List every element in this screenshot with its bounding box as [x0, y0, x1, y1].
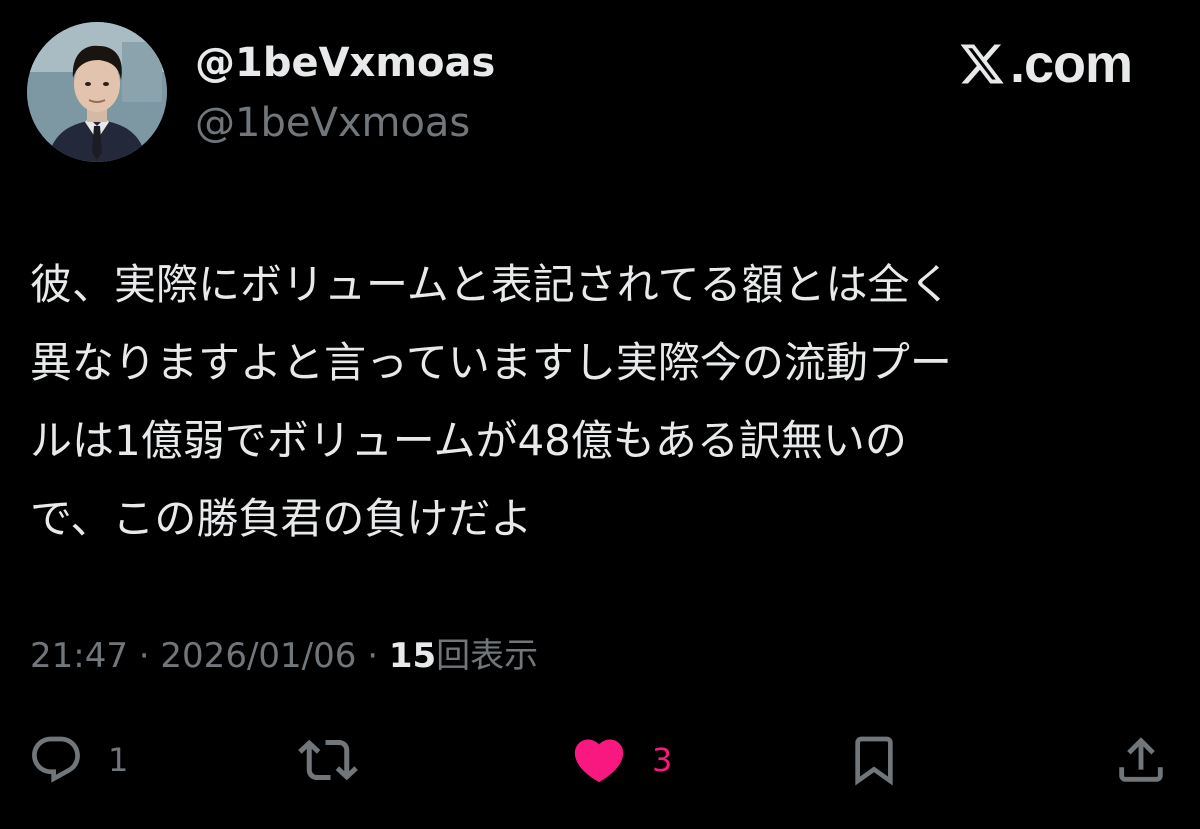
x-logo-icon [960, 44, 1004, 84]
views-count: 15 [388, 636, 437, 676]
avatar[interactable] [27, 22, 167, 162]
tweet-time[interactable]: 21:47 [30, 636, 128, 676]
tweet-text-line: で、この勝負君の負けだよ [30, 494, 533, 543]
author-display-name[interactable]: @1beVxmoas [195, 38, 495, 88]
brand-logo: .com [958, 34, 1133, 94]
share-button[interactable] [1112, 728, 1170, 792]
reply-icon [32, 736, 80, 783]
bookmark-icon [855, 736, 893, 786]
tweet-text-line: 彼、実際にボリュームと表記されてる額とは全く [30, 260, 952, 309]
bookmark-button[interactable] [846, 728, 902, 792]
avatar-image [27, 22, 167, 162]
share-icon [1119, 737, 1163, 782]
tweet-text: 彼、実際にボリュームと表記されてる額とは全く 異なりますよと言っていますし実際今… [30, 246, 1150, 558]
tweet-date[interactable]: 2026/01/06 [160, 636, 356, 676]
meta-separator: · [367, 636, 379, 676]
heart-icon [574, 739, 624, 783]
author-handle[interactable]: @1beVxmoas [195, 98, 470, 148]
tweet-text-line: ルは1億弱でボリュームが48億もある訳無いの [30, 416, 907, 465]
tweet-card: @1beVxmoas @1beVxmoas .com 彼、実際にボリュームと表記… [0, 0, 1200, 829]
views-label: 回表示 [436, 636, 539, 676]
reply-count: 1 [108, 741, 129, 779]
tweet-text-line: 異なりますよと言っていますし実際今の流動プー [30, 338, 952, 387]
retweet-button[interactable] [298, 728, 382, 792]
retweet-icon [298, 739, 358, 781]
reply-button[interactable]: 1 [28, 728, 128, 792]
like-count: 3 [652, 741, 673, 779]
action-bar: 1 3 [0, 728, 1200, 792]
like-button[interactable]: 3 [570, 728, 672, 792]
tweet-meta: 21:47 · 2026/01/06 · 15回表示 [30, 632, 538, 680]
brand-domain-text: .com [1009, 34, 1133, 94]
meta-separator: · [138, 636, 150, 676]
